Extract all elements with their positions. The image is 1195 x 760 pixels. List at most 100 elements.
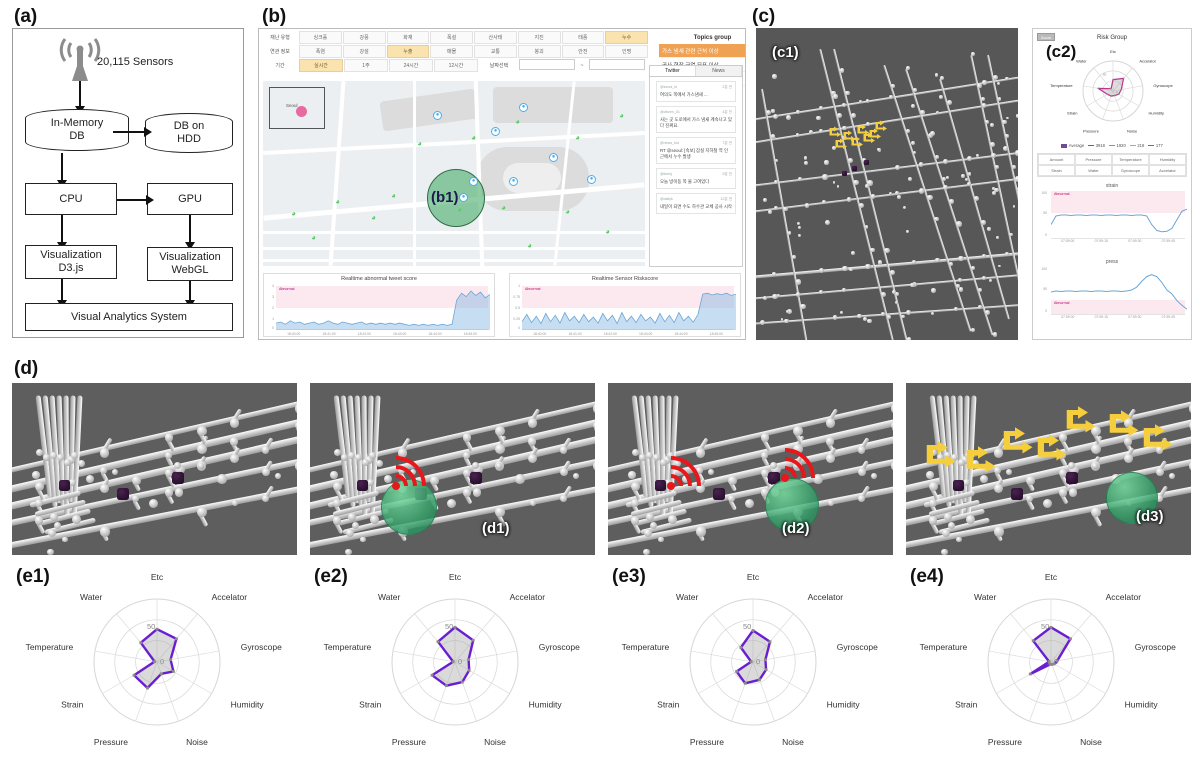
sensor-node[interactable] [1011,487,1024,500]
list-item[interactable]: @news_bot 7분 전 RT @seoul: [속보] 잠실 지하철 역 … [656,136,736,164]
date-to-input[interactable] [589,59,645,70]
table-cell[interactable]: Temperature [1112,154,1149,165]
panel-label-b1: (b1) [431,189,459,206]
wifi-sensor-marker[interactable]: ◕ [617,111,626,120]
sensor-node[interactable] [713,487,726,500]
table-cell[interactable]: Water [1075,165,1112,176]
filter-button[interactable]: 화재 [386,31,430,44]
period-button-1week[interactable]: 1주 [344,59,388,72]
date-from-input[interactable] [519,59,575,70]
period-button-24h[interactable]: 24시간 [389,59,433,72]
twitter-marker[interactable]: ● [469,177,478,186]
period-button-realtime[interactable]: 실시간 [299,59,343,72]
filter-button[interactable]: 교통 [474,45,517,58]
filter-button-active[interactable]: 누수 [605,31,648,44]
twitter-marker[interactable]: ● [587,175,596,184]
period-button-12h[interactable]: 12시간 [434,59,478,72]
pipe-scene-alert-single[interactable] [310,383,595,555]
list-item[interactable]: @kimsj 9분 전 오늘 방이동 쪽 물 고여있다 [656,167,736,189]
table-row[interactable]: 가스 냄새 관련 근처 이상 2 [659,44,745,58]
leak-marker-icon[interactable] [862,132,877,145]
twitter-marker[interactable]: ● [491,127,500,136]
filter-button[interactable]: 인명 [605,45,648,58]
wifi-sensor-marker[interactable]: ◕ [573,133,582,142]
twitter-marker[interactable]: ● [549,153,558,162]
filter-button[interactable]: 강설 [342,45,386,58]
filter-button-active[interactable]: 누출 [386,45,430,58]
pipe-joint [818,289,823,294]
sensor-node[interactable] [864,160,869,165]
filter-button[interactable]: 산사태 [474,31,517,44]
sensor-node[interactable] [852,166,857,171]
sensor-node[interactable] [117,487,130,500]
filter-button[interactable]: 지진 [517,31,561,44]
tab-twitter[interactable]: Twitter [650,66,696,76]
zoom-button[interactable]: Zoom [1037,33,1055,41]
social-feed-panel[interactable]: Twitter News @seoul_kr 2분 전 여의도 쪽에서 가스냄새… [649,65,743,267]
pipe-joint [1011,164,1017,170]
twitter-marker[interactable]: ● [509,177,518,186]
list-item[interactable]: @dailyk 12분 전 내일이 되면 수도 하수관 교체 공사 시작 [656,192,736,214]
sensor-node[interactable] [469,472,482,485]
leak-marker-icon[interactable] [834,138,849,151]
pipe-scene-baseline[interactable] [12,383,297,555]
sensor-node[interactable] [953,480,965,492]
list-item[interactable]: @seoul_kr 2분 전 여의도 쪽에서 가스냄새 ... [656,81,736,102]
filter-button[interactable]: 붕괴 [517,45,561,58]
wifi-sensor-marker[interactable]: ◕ [289,209,298,218]
wifi-sensor-marker[interactable]: ◕ [415,139,424,148]
leak-marker-icon[interactable] [923,440,961,473]
sensor-node[interactable] [59,480,71,492]
table-cell[interactable]: Accelator [1149,165,1186,176]
table-cell[interactable]: Pressure [1075,154,1112,165]
leak-marker-icon[interactable] [1106,409,1144,442]
filter-button[interactable]: 폭염 [299,45,342,58]
filter-button[interactable]: 싱크홀 [299,31,342,44]
legend-item[interactable]: 1920 [1109,143,1126,148]
twitter-marker[interactable]: ● [519,103,528,112]
minimap-inset[interactable]: Seoul [269,87,325,129]
sensor-node[interactable] [171,472,184,485]
wifi-sensor-marker[interactable]: ◕ [525,241,534,250]
wifi-sensor-marker[interactable]: ◕ [499,203,508,212]
list-item[interactable]: @citizen_01 4분 전 사는 곳 도로에서 가스 냄새 계속나고 있다… [656,105,736,133]
legend-item[interactable]: 3918 [1088,143,1105,148]
pipe-scene-alert-double[interactable] [608,383,893,555]
twitter-marker[interactable]: ● [433,111,442,120]
legend-item[interactable]: 218 [1129,143,1144,148]
wifi-sensor-marker[interactable]: ◕ [469,133,478,142]
leak-marker-icon[interactable] [1140,423,1178,456]
tab-news[interactable]: News [696,66,742,76]
wifi-sensor-marker[interactable]: ◕ [455,205,464,214]
table-cell[interactable]: Strain [1038,165,1075,176]
twitter-marker[interactable]: ● [459,193,468,202]
filter-button[interactable]: 폭설 [430,31,473,44]
sensor-map[interactable]: Seoul ◕ ◕ ◕ ◕ ◕ ◕ ◕ ◕ ◕ ◕ ◕ ◕ ◕ ◕ ◕ ◕ ● … [263,81,645,266]
table-cell[interactable]: Gyroscope [1112,165,1149,176]
table-cell[interactable]: Humidity [1149,154,1186,165]
filter-button[interactable]: 안전 [561,45,605,58]
filter-button[interactable]: 태풍 [561,31,605,44]
wifi-sensor-marker[interactable]: ◕ [369,213,378,222]
pipe-joint [967,156,972,162]
filter-button[interactable]: 매몰 [430,45,473,58]
leak-marker-icon[interactable] [1000,426,1038,459]
wifi-sensor-marker[interactable]: ◕ [309,233,318,242]
wifi-sensor-marker[interactable]: ◕ [333,197,342,206]
wifi-sensor-marker[interactable]: ◕ [603,227,612,236]
leak-marker-icon[interactable] [1063,405,1101,438]
wifi-sensor-marker[interactable]: ◕ [389,191,398,200]
pipe-joint [977,83,982,89]
leak-marker-icon[interactable] [874,120,889,133]
wifi-sensor-marker[interactable]: ◕ [563,207,572,216]
table-cell[interactable]: Amount [1038,154,1075,165]
legend-item[interactable]: 177 [1148,143,1163,148]
legend-item[interactable]: Average [1061,143,1084,148]
wifi-sensor-marker[interactable]: ◕ [513,117,522,126]
leak-marker-icon[interactable] [963,445,1001,478]
pipe-network-overview-3d[interactable] [756,28,1018,340]
sensor-node[interactable] [1065,472,1078,485]
sensor-node[interactable] [842,171,847,176]
pipe-scene-leak-markers[interactable] [906,383,1191,555]
filter-button[interactable]: 강풍 [342,31,386,44]
